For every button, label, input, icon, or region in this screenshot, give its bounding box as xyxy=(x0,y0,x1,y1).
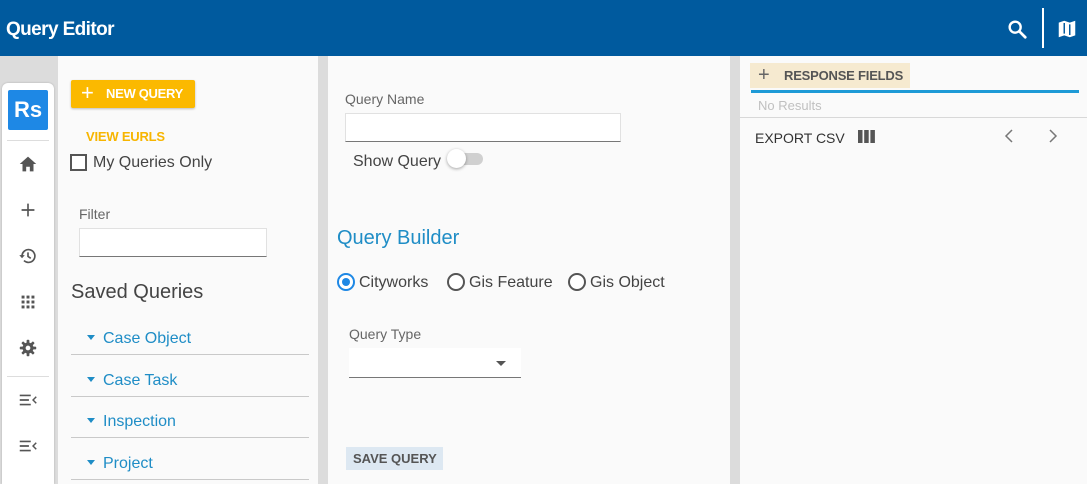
apps-grid-icon[interactable] xyxy=(17,291,39,313)
caret-down-icon xyxy=(87,460,95,465)
results-panel: + RESPONSE FIELDS No Results EXPORT CSV xyxy=(740,56,1087,484)
saved-queries-panel: + NEW QUERY VIEW EURLS My Queries Only F… xyxy=(58,56,318,484)
filter-label: Filter xyxy=(79,206,111,222)
query-type-select[interactable] xyxy=(349,348,521,378)
dropdown-arrow-icon xyxy=(496,361,506,366)
chevron-right-icon[interactable] xyxy=(1046,127,1060,145)
plus-icon: + xyxy=(758,64,770,86)
results-divider xyxy=(740,117,1087,118)
new-query-label: NEW QUERY xyxy=(106,86,183,101)
caret-down-icon xyxy=(87,418,95,423)
app-header: Query Editor xyxy=(0,0,1087,56)
caret-down-icon xyxy=(87,335,95,340)
collapse-menu-icon[interactable] xyxy=(17,435,39,457)
query-builder-heading: Query Builder xyxy=(337,227,460,249)
saved-group-case-object[interactable]: Case Object xyxy=(71,323,309,355)
saved-group-project[interactable]: Project xyxy=(71,448,309,480)
chevron-left-icon[interactable] xyxy=(1002,127,1016,145)
saved-queries-heading: Saved Queries xyxy=(71,281,204,303)
my-queries-only-checkbox[interactable] xyxy=(70,154,87,171)
radio-label: Cityworks xyxy=(359,274,429,291)
group-label: Case Task xyxy=(103,372,178,389)
results-header-underline xyxy=(751,90,1079,93)
show-query-label: Show Query xyxy=(353,153,442,170)
caret-down-icon xyxy=(87,377,95,382)
history-icon[interactable] xyxy=(17,245,39,267)
home-icon[interactable] xyxy=(17,153,39,175)
app-logo[interactable]: Rs xyxy=(8,90,48,130)
radio-circle xyxy=(337,273,355,291)
query-name-label: Query Name xyxy=(345,91,425,107)
group-label: Inspection xyxy=(103,413,176,430)
response-fields-button[interactable]: + RESPONSE FIELDS xyxy=(750,63,910,88)
show-query-toggle[interactable] xyxy=(447,149,483,168)
collapse-menu-icon[interactable] xyxy=(17,389,39,411)
response-fields-label: RESPONSE FIELDS xyxy=(784,68,904,83)
plus-icon: + xyxy=(81,80,94,105)
radio-label: Gis Feature xyxy=(469,274,553,291)
query-type-label: Query Type xyxy=(349,326,422,342)
saved-group-case-task[interactable]: Case Task xyxy=(71,365,309,397)
radio-label: Gis Object xyxy=(590,274,665,291)
rail-divider xyxy=(7,140,49,141)
rail-divider xyxy=(7,376,49,377)
toggle-knob xyxy=(447,149,466,168)
save-query-label: SAVE QUERY xyxy=(353,451,437,466)
group-label: Project xyxy=(103,455,153,472)
group-label: Case Object xyxy=(103,330,192,347)
plus-icon[interactable] xyxy=(17,199,39,221)
nav-rail: Rs xyxy=(2,83,54,484)
save-query-button[interactable]: SAVE QUERY xyxy=(346,447,443,470)
app-title: Query Editor xyxy=(6,19,114,40)
filter-input[interactable] xyxy=(79,228,267,257)
saved-group-inspection[interactable]: Inspection xyxy=(71,406,309,438)
new-query-button[interactable]: + NEW QUERY xyxy=(71,80,195,108)
header-divider xyxy=(1042,8,1044,48)
no-results-text: No Results xyxy=(758,98,822,113)
columns-icon[interactable] xyxy=(858,130,875,143)
query-name-input[interactable] xyxy=(345,113,621,142)
radio-circle xyxy=(568,273,586,291)
export-csv-button[interactable]: EXPORT CSV xyxy=(755,130,845,146)
gear-icon[interactable] xyxy=(17,337,39,359)
query-editor-panel: Query Name Show Query Query Builder City… xyxy=(328,56,730,484)
map-icon[interactable] xyxy=(1056,18,1078,40)
my-queries-only-label: My Queries Only xyxy=(93,154,213,171)
view-eurls-link[interactable]: VIEW EURLS xyxy=(86,129,165,144)
radio-circle xyxy=(447,273,465,291)
search-icon[interactable] xyxy=(1006,18,1028,40)
